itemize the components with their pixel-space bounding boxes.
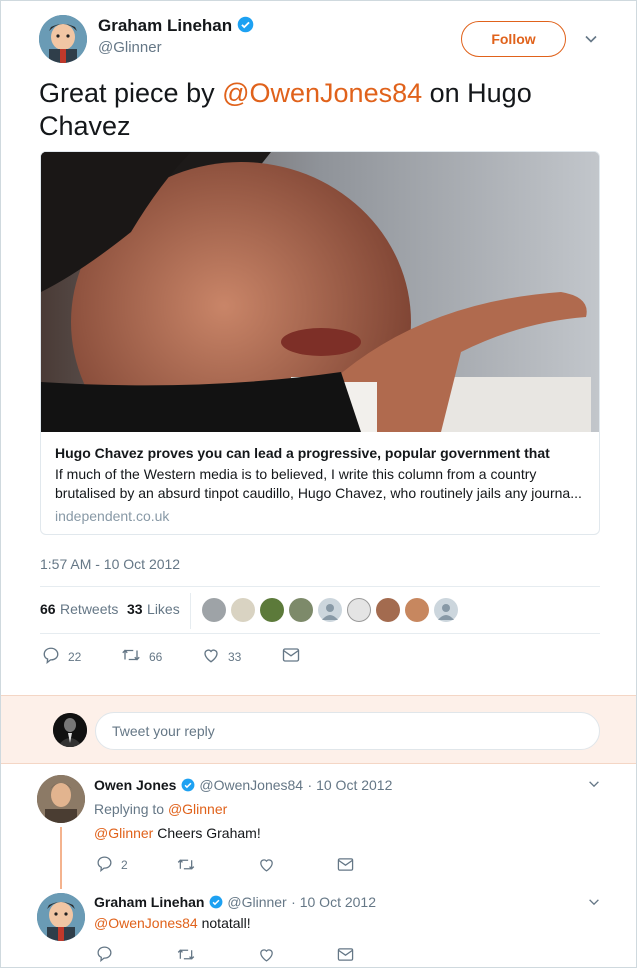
- card-description: If much of the Western media is to belie…: [55, 466, 582, 501]
- liker-avatar[interactable]: [231, 598, 255, 622]
- chevron-down-icon[interactable]: [587, 895, 601, 914]
- liker-avatars: [202, 598, 462, 622]
- card-title: Hugo Chavez proves you can lead a progre…: [55, 445, 550, 461]
- like-action[interactable]: 33: [202, 646, 241, 667]
- reply-icon[interactable]: [96, 945, 113, 967]
- tweet-text: Great piece by @OwenJones84 on Hugo Chav…: [39, 78, 532, 141]
- reply-input[interactable]: Tweet your reply: [95, 712, 600, 750]
- divider: [40, 633, 600, 634]
- liker-avatar[interactable]: [260, 598, 284, 622]
- liker-avatar[interactable]: [318, 598, 342, 622]
- like-icon[interactable]: [258, 946, 275, 967]
- mention-link[interactable]: @OwenJones84: [94, 915, 198, 931]
- author-name[interactable]: Graham Linehan: [98, 16, 232, 35]
- chevron-down-icon[interactable]: [587, 777, 601, 796]
- direct-message-icon[interactable]: [337, 857, 354, 877]
- retweet-icon[interactable]: [176, 856, 196, 878]
- reply-author-handle[interactable]: @OwenJones84: [199, 777, 303, 793]
- like-icon: [202, 646, 220, 667]
- author-handle[interactable]: @Glinner: [98, 39, 162, 56]
- reply-text: @Glinner Cheers Graham!: [94, 825, 261, 841]
- like-count: 33: [228, 649, 242, 664]
- direct-message-icon[interactable]: [282, 647, 300, 668]
- reply-author-avatar[interactable]: [37, 775, 85, 823]
- verified-badge-icon: [237, 16, 254, 38]
- verified-badge-icon: [181, 778, 195, 797]
- reply-action[interactable]: 2: [96, 855, 128, 875]
- likes-stat[interactable]: 33 Likes: [127, 601, 180, 619]
- retweets-stat[interactable]: 66 Retweets: [40, 601, 118, 619]
- replying-to: Replying to @Glinner: [94, 801, 228, 817]
- liker-avatar[interactable]: [405, 598, 429, 622]
- reply-author-name[interactable]: Graham Linehan: [94, 894, 204, 910]
- reply-text: @OwenJones84 notatall!: [94, 915, 251, 931]
- mention-link[interactable]: @Glinner: [94, 825, 153, 841]
- retweet-action[interactable]: 66: [121, 646, 162, 667]
- reply-icon: [96, 855, 113, 875]
- divider: [190, 593, 191, 629]
- card-domain: independent.co.uk: [55, 508, 170, 524]
- divider: [40, 586, 600, 587]
- retweet-icon[interactable]: [176, 946, 196, 967]
- mention-link[interactable]: @OwenJones84: [222, 78, 422, 108]
- reply-icon: [42, 646, 60, 667]
- retweet-icon: [121, 646, 141, 667]
- reply-composer: Tweet your reply: [1, 695, 636, 764]
- reply-count: 2: [121, 858, 128, 872]
- reply-author-avatar[interactable]: [37, 893, 85, 941]
- like-icon[interactable]: [258, 856, 275, 878]
- reply-date[interactable]: · 10 Oct 2012: [291, 894, 376, 910]
- card-image: [41, 152, 599, 432]
- reply-author-name[interactable]: Owen Jones: [94, 777, 176, 793]
- thread-line: [60, 827, 62, 889]
- verified-badge-icon: [209, 895, 223, 914]
- direct-message-icon[interactable]: [337, 947, 354, 967]
- reply-date[interactable]: · 10 Oct 2012: [308, 777, 393, 793]
- link-card[interactable]: Hugo Chavez proves you can lead a progre…: [40, 151, 600, 535]
- reply-author-handle[interactable]: @Glinner: [227, 894, 286, 910]
- chevron-down-icon[interactable]: [583, 31, 599, 52]
- liker-avatar[interactable]: [289, 598, 313, 622]
- retweet-count: 66: [149, 649, 163, 664]
- liker-avatar[interactable]: [202, 598, 226, 622]
- tweet-timestamp[interactable]: 1:57 AM - 10 Oct 2012: [40, 556, 180, 572]
- reply-action[interactable]: 22: [42, 646, 81, 667]
- reply-count: 22: [68, 649, 82, 664]
- replying-to-link[interactable]: @Glinner: [168, 801, 227, 817]
- tweet-page: Graham Linehan @Glinner Follow Great pie…: [0, 0, 637, 968]
- liker-avatar[interactable]: [347, 598, 371, 622]
- follow-button[interactable]: Follow: [461, 21, 566, 57]
- author-avatar[interactable]: [39, 15, 87, 63]
- liker-avatar[interactable]: [434, 598, 458, 622]
- liker-avatar[interactable]: [376, 598, 400, 622]
- current-user-avatar: [53, 713, 87, 747]
